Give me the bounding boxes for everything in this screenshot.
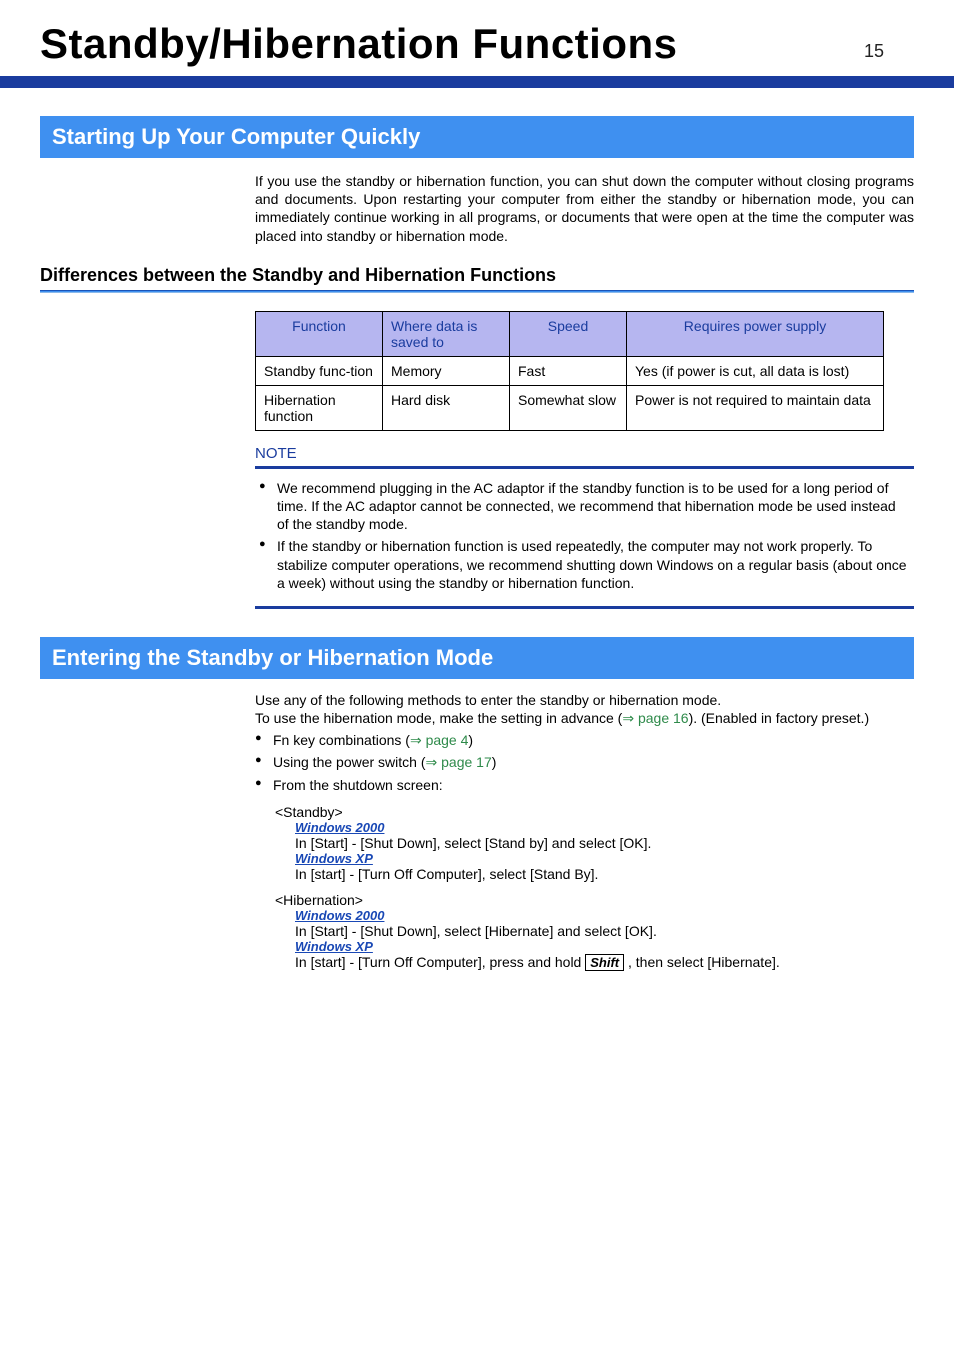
standby-label: <Standby> xyxy=(275,804,914,820)
b1b: ) xyxy=(468,732,473,748)
method-bullet-power: Using the power switch (⇒ page 17) xyxy=(255,753,914,771)
section-header-starting-up: Starting Up Your Computer Quickly xyxy=(40,116,914,158)
cell-func: Standby func-tion xyxy=(256,356,383,385)
tag-windows-xp: Windows XP xyxy=(295,939,914,954)
col-savedto: Where data is saved to xyxy=(383,311,510,356)
cell-power: Power is not required to maintain data xyxy=(627,385,884,430)
arrow-icon: ⇒ xyxy=(426,754,442,770)
hibernation-winxp-steps: In [start] - [Turn Off Computer], press … xyxy=(295,954,914,971)
cell-saved: Memory xyxy=(383,356,510,385)
entering-intro-2: To use the hibernation mode, make the se… xyxy=(255,709,914,727)
table-row: Standby func-tion Memory Fast Yes (if po… xyxy=(256,356,884,385)
intro2b: ). (Enabled in factory preset.) xyxy=(689,710,870,726)
col-function: Function xyxy=(256,311,383,356)
page-title: Standby/Hibernation Functions xyxy=(40,20,678,68)
b1a: Fn key combinations ( xyxy=(273,732,410,748)
arrow-icon: ⇒ xyxy=(410,732,426,748)
note-bullet: If the standby or hibernation function i… xyxy=(259,537,910,592)
tag-windows-2000: Windows 2000 xyxy=(295,820,914,835)
key-shift: Shift xyxy=(585,954,624,971)
note-box: We recommend plugging in the AC adaptor … xyxy=(255,466,914,609)
standby-winxp-steps: In [start] - [Turn Off Computer], select… xyxy=(295,866,914,882)
subsection-header-differences: Differences between the Standby and Hibe… xyxy=(40,265,914,290)
page-number: 15 xyxy=(864,41,914,68)
b2b: ) xyxy=(492,754,497,770)
comparison-table: Function Where data is saved to Speed Re… xyxy=(255,311,884,431)
hib-xp-a: In [start] - [Turn Off Computer], press … xyxy=(295,954,585,970)
link-page-17[interactable]: page 17 xyxy=(441,754,492,770)
title-bar-area: Standby/Hibernation Functions 15 xyxy=(0,0,954,76)
cell-saved: Hard disk xyxy=(383,385,510,430)
cell-speed: Somewhat slow xyxy=(510,385,627,430)
arrow-icon: ⇒ xyxy=(622,710,638,726)
title-rule xyxy=(0,76,954,88)
intro2a: To use the hibernation mode, make the se… xyxy=(255,710,622,726)
method-bullet-shutdown: From the shutdown screen: xyxy=(255,776,914,794)
standby-win2000-steps: In [Start] - [Shut Down], select [Stand … xyxy=(295,835,914,851)
col-speed: Speed xyxy=(510,311,627,356)
col-power: Requires power supply xyxy=(627,311,884,356)
cell-func: Hibernation function xyxy=(256,385,383,430)
note-bullet: We recommend plugging in the AC adaptor … xyxy=(259,479,910,534)
tag-windows-xp: Windows XP xyxy=(295,851,914,866)
tag-windows-2000: Windows 2000 xyxy=(295,908,914,923)
intro-paragraph: If you use the standby or hibernation fu… xyxy=(255,172,914,245)
cell-speed: Fast xyxy=(510,356,627,385)
cell-power: Yes (if power is cut, all data is lost) xyxy=(627,356,884,385)
b2a: Using the power switch ( xyxy=(273,754,426,770)
entering-intro-1: Use any of the following methods to ente… xyxy=(255,691,914,709)
table-header-row: Function Where data is saved to Speed Re… xyxy=(256,311,884,356)
subsection-rule xyxy=(40,290,914,293)
hib-xp-b: , then select [Hibernate]. xyxy=(624,954,780,970)
method-bullet-fn: Fn key combinations (⇒ page 4) xyxy=(255,731,914,749)
link-page-4[interactable]: page 4 xyxy=(426,732,469,748)
note-label: NOTE xyxy=(255,445,914,462)
link-page-16[interactable]: page 16 xyxy=(638,710,689,726)
hibernation-label: <Hibernation> xyxy=(275,892,914,908)
hibernation-win2000-steps: In [Start] - [Shut Down], select [Hibern… xyxy=(295,923,914,939)
table-row: Hibernation function Hard disk Somewhat … xyxy=(256,385,884,430)
section-header-entering: Entering the Standby or Hibernation Mode xyxy=(40,637,914,679)
